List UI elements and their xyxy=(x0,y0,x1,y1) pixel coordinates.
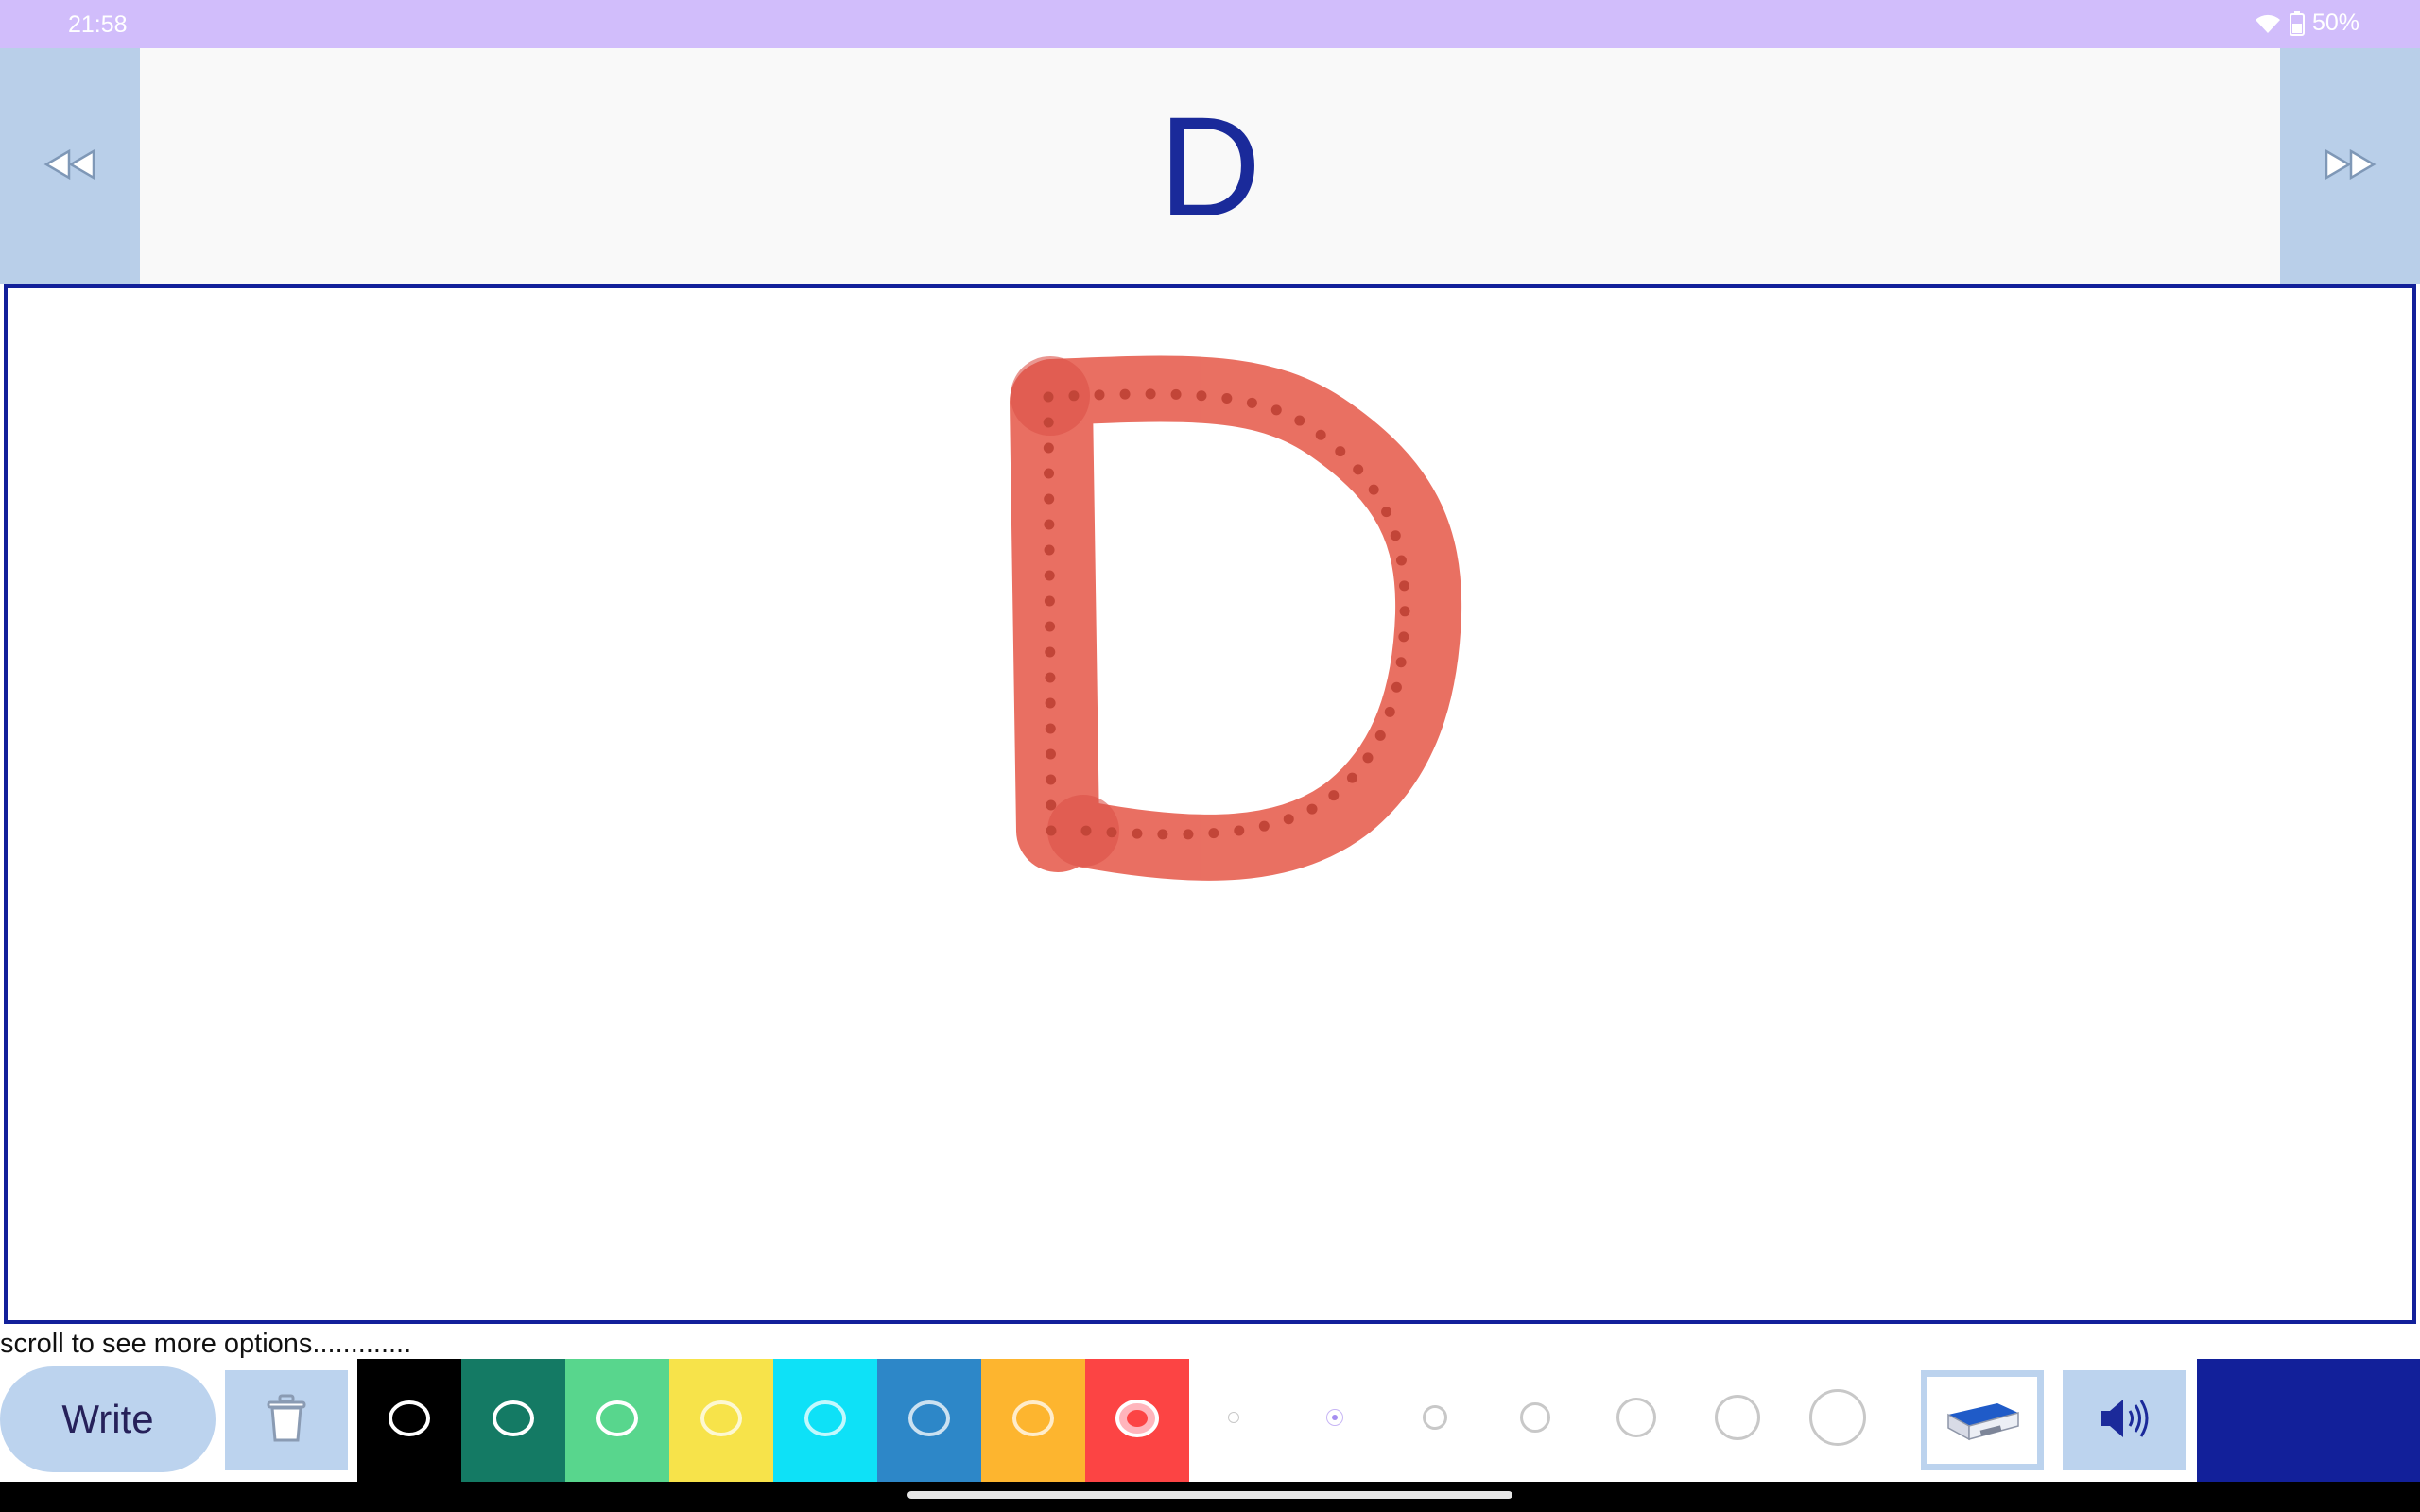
selected-indicator-icon xyxy=(1114,1398,1161,1444)
selected-dot xyxy=(1332,1415,1338,1420)
status-bar: 21:58 50% xyxy=(0,0,2420,48)
circle-icon xyxy=(906,1398,953,1444)
circle-icon xyxy=(698,1398,745,1444)
circle-icon xyxy=(594,1398,641,1444)
battery-icon xyxy=(2289,10,2305,36)
brush-size-selector xyxy=(1189,1359,1870,1482)
color-swatch-orange[interactable] xyxy=(981,1359,1085,1482)
sound-button[interactable] xyxy=(2063,1370,2186,1470)
brush-size-xs[interactable] xyxy=(1228,1412,1239,1423)
trash-icon xyxy=(266,1394,307,1448)
write-button[interactable]: Write xyxy=(0,1366,216,1472)
circle-icon xyxy=(490,1398,537,1444)
system-navigation-bar xyxy=(0,1482,2420,1512)
color-swatch-yellow[interactable] xyxy=(669,1359,773,1482)
eraser-button[interactable] xyxy=(1921,1370,2044,1470)
color-swatch-dark-green[interactable] xyxy=(461,1359,565,1482)
clear-button[interactable] xyxy=(225,1370,348,1470)
wifi-icon xyxy=(2254,12,2282,35)
traced-letter-drawing xyxy=(1010,355,1462,881)
color-swatch-red[interactable] xyxy=(1085,1359,1189,1482)
circle-icon xyxy=(802,1398,849,1444)
color-swatch-light-green[interactable] xyxy=(565,1359,669,1482)
brush-size-xxl[interactable] xyxy=(1715,1395,1760,1440)
circle-icon xyxy=(1010,1398,1057,1444)
rewind-icon xyxy=(43,148,97,185)
next-letter-button[interactable] xyxy=(2280,48,2420,284)
brush-size-s[interactable] xyxy=(1326,1409,1343,1426)
brush-size-xxxl[interactable] xyxy=(1809,1389,1866,1446)
current-letter-title: D xyxy=(1158,87,1262,246)
color-swatch-blue[interactable] xyxy=(877,1359,981,1482)
fast-forward-icon xyxy=(2323,148,2377,185)
brush-size-xl[interactable] xyxy=(1616,1398,1656,1437)
previous-letter-button[interactable] xyxy=(0,48,140,284)
battery-percent: 50% xyxy=(2311,9,2360,36)
home-gesture-pill[interactable] xyxy=(908,1491,1512,1499)
bottom-toolbar: Write xyxy=(0,1359,2420,1482)
status-time: 21:58 xyxy=(68,11,128,38)
scroll-hint: scroll to see more options............. xyxy=(0,1329,412,1359)
eraser-icon xyxy=(1943,1394,2022,1448)
color-swatch-black[interactable] xyxy=(357,1359,461,1482)
drawing-canvas[interactable] xyxy=(4,284,2416,1324)
toolbar-end-panel xyxy=(2197,1359,2420,1482)
circle-icon xyxy=(386,1398,433,1444)
speaker-icon xyxy=(2098,1395,2151,1447)
color-swatch-cyan[interactable] xyxy=(773,1359,877,1482)
brush-size-l[interactable] xyxy=(1520,1402,1550,1433)
brush-size-m[interactable] xyxy=(1423,1405,1447,1430)
